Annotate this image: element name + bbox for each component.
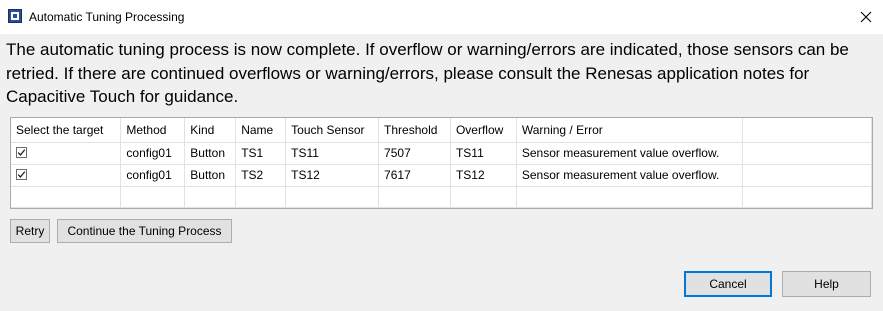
window-title: Automatic Tuning Processing [29, 10, 185, 24]
select-target-cell [11, 142, 122, 165]
select-target-checkbox[interactable] [16, 169, 27, 181]
checkmark-icon [17, 149, 26, 157]
name-cell: TS1 [235, 142, 287, 165]
method-cell: config01 [120, 142, 186, 165]
column-header-method[interactable]: Method [120, 118, 186, 143]
completion-message: The automatic tuning process is now comp… [6, 40, 849, 106]
warning-cell: Sensor measurement value overflow. [516, 142, 743, 165]
empty-cell [378, 186, 451, 208]
column-header-overflow[interactable]: Overflow [450, 118, 517, 143]
dialog-window: Automatic Tuning Processing The automati… [0, 0, 883, 311]
retry-button[interactable]: Retry [10, 219, 50, 243]
empty-row [11, 186, 872, 208]
overflow-cell: TS11 [450, 142, 517, 165]
filler-cell [742, 164, 872, 187]
column-header-filler [742, 118, 872, 143]
filler-cell [742, 142, 872, 165]
empty-cell [184, 186, 237, 208]
help-button[interactable]: Help [782, 271, 871, 297]
column-header-warning-error[interactable]: Warning / Error [516, 118, 743, 143]
threshold-cell: 7507 [378, 142, 451, 165]
checkmark-icon [17, 171, 26, 179]
column-header-name[interactable]: Name [235, 118, 287, 143]
kind-cell: Button [184, 142, 237, 165]
table-row: config01 Button TS2 TS12 7617 TS12 Senso… [11, 164, 872, 187]
title-bar: Automatic Tuning Processing [0, 0, 883, 34]
empty-cell [742, 186, 872, 208]
empty-cell [120, 186, 186, 208]
warning-cell: Sensor measurement value overflow. [516, 164, 743, 187]
threshold-cell: 7617 [378, 164, 451, 187]
table-header-row: Select the target Method Kind Name Touch… [11, 118, 872, 143]
touch-sensor-cell: TS12 [285, 164, 380, 187]
column-header-kind[interactable]: Kind [184, 118, 237, 143]
empty-cell [516, 186, 743, 208]
select-target-cell [11, 164, 122, 187]
kind-cell: Button [184, 164, 237, 187]
touch-sensor-cell: TS11 [285, 142, 380, 165]
select-target-checkbox[interactable] [16, 147, 27, 159]
cancel-button[interactable]: Cancel [684, 271, 772, 297]
column-header-touch-sensor[interactable]: Touch Sensor [285, 118, 380, 143]
continue-tuning-button[interactable]: Continue the Tuning Process [57, 219, 232, 243]
table-row: config01 Button TS1 TS11 7507 TS11 Senso… [11, 142, 872, 165]
renesas-chip-icon [8, 9, 22, 23]
empty-cell [450, 186, 517, 208]
method-cell: config01 [120, 164, 186, 187]
results-table: Select the target Method Kind Name Touch… [10, 117, 873, 209]
name-cell: TS2 [235, 164, 287, 187]
empty-cell [11, 186, 122, 208]
empty-cell [285, 186, 380, 208]
close-icon[interactable] [855, 6, 877, 28]
column-header-threshold[interactable]: Threshold [378, 118, 451, 143]
column-header-select-target[interactable]: Select the target [11, 118, 122, 143]
empty-cell [235, 186, 287, 208]
overflow-cell: TS12 [450, 164, 517, 187]
